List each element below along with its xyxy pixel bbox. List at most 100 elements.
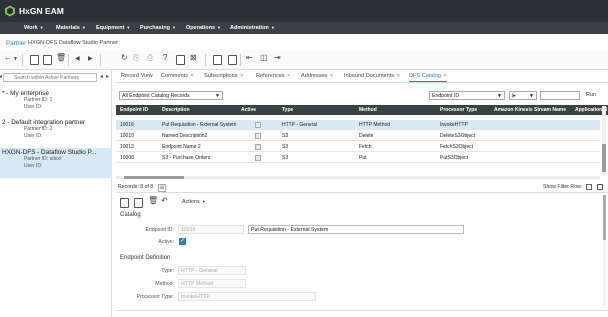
tab-dfs-catalog[interactable]: DFS Catalog ✕ (409, 73, 448, 82)
tab-subscriptions[interactable]: Subscriptions ✕ (204, 73, 244, 79)
tab-label: Subscriptions (204, 73, 238, 79)
partner-name: HXGN-DFS - Dataflow Studio P... (2, 149, 97, 156)
vertical-scrollbar[interactable] (602, 106, 606, 176)
close-icon[interactable]: ✕ (396, 73, 400, 79)
tab-label: Comments (161, 73, 189, 79)
maximize-icon[interactable] (597, 184, 603, 190)
active-checkbox[interactable]: ✓ (179, 238, 186, 245)
tab-comments[interactable]: Comments ✕ (161, 73, 194, 79)
tab-label: Record View (121, 73, 153, 79)
first-page-icon[interactable]: ⇤ (246, 53, 253, 62)
column-header[interactable]: Active (241, 107, 256, 113)
show-filter-row-checkbox[interactable] (586, 184, 592, 190)
next-record-icon[interactable]: ▶ (88, 55, 93, 62)
scrollbar-thumb[interactable] (124, 176, 184, 179)
description-field[interactable]: Put Requisition - External System (248, 225, 464, 234)
previous-arrow-icon[interactable]: ◂ (100, 73, 103, 80)
copy-icon[interactable]: ⎘ (133, 53, 139, 63)
cell-type: S3 (282, 133, 289, 139)
actions-menu[interactable]: Actions ▼ (182, 199, 206, 205)
column-header[interactable]: Endpoint ID (120, 107, 148, 113)
scrollbar-thumb[interactable] (602, 144, 606, 172)
dataspy-value: All Endpoint Catalog Records (122, 93, 190, 99)
column-header[interactable]: Processor Type (440, 107, 477, 113)
grid-view-icon[interactable] (228, 55, 237, 65)
column-header[interactable]: Method (359, 107, 377, 113)
export-grid-icon[interactable]: ⊞ (158, 184, 167, 192)
menu-materials[interactable]: Materials ▼ (56, 25, 86, 31)
close-icon[interactable]: ✕ (443, 73, 447, 79)
cell-endpoint-id: 10010 (120, 133, 134, 139)
dataspy-select[interactable]: All Endpoint Catalog Records ▼ (119, 91, 223, 100)
previous-record-icon[interactable]: ◀ (75, 55, 80, 62)
layout-icon[interactable] (213, 55, 222, 65)
type-label: Type: (161, 268, 174, 274)
filter-operator-select[interactable]: |▸ ▼ (509, 91, 537, 100)
method-field[interactable]: HTTP Method (178, 279, 246, 288)
delete-icon[interactable]: 🗑 (148, 196, 158, 205)
cell-type: S3 (282, 144, 289, 150)
filter-value-input[interactable] (540, 91, 580, 100)
horizontal-scrollbar[interactable] (116, 176, 600, 179)
last-page-icon[interactable]: ⇥ (274, 53, 281, 62)
refresh-icon[interactable]: ↻ (121, 53, 128, 62)
table-row[interactable]: 10016 Put Requisition - External System … (116, 120, 600, 130)
toggle-view-icon[interactable]: ⊠ (190, 53, 197, 62)
delete-icon[interactable]: 🗑 (56, 53, 66, 62)
tab-label: References (256, 73, 285, 79)
filter-operator-value: |▸ (512, 93, 516, 99)
undo-icon[interactable]: ↶ (161, 196, 168, 205)
split-view-icon[interactable]: ◫ (260, 53, 268, 62)
close-icon[interactable]: ✕ (190, 73, 194, 79)
next-arrow-icon[interactable]: ▸ (106, 73, 109, 80)
divider (68, 54, 69, 66)
back-arrow-icon[interactable]: ← (4, 53, 12, 62)
new-record-icon[interactable] (43, 55, 52, 65)
table-row[interactable]: 10008 S3 - Purchase Orders S3 Put PutS3O… (116, 153, 600, 163)
column-header[interactable]: Description (162, 107, 190, 113)
menu-equipment[interactable]: Equipment ▼ (96, 25, 130, 31)
tab-record-view[interactable]: Record View (121, 73, 153, 79)
detail-scrollbar[interactable] (603, 195, 606, 305)
close-icon[interactable]: ✕ (287, 73, 291, 79)
tab-references[interactable]: References ✕ (256, 73, 291, 79)
table-row[interactable]: 10013 Endpoint Name 2 S3 Fetch FetchS3Ob… (116, 142, 600, 152)
tab-label: Addresses (301, 73, 328, 79)
processor-type-field[interactable]: InvokeHTTP (178, 292, 316, 301)
list-item[interactable]: 2 - Default integration partner Partner … (0, 119, 112, 141)
run-button[interactable]: Run (586, 92, 596, 98)
close-icon[interactable]: ✕ (240, 73, 244, 79)
menu-administration[interactable]: Administration ▼ (230, 25, 275, 31)
list-item[interactable]: * - My enterprise Partner ID: 1 User ID: (0, 90, 112, 112)
chevron-down-icon[interactable]: ▼ (13, 56, 18, 62)
endpoint-id-field[interactable]: 10016 (178, 225, 244, 234)
chevron-down-icon: ▼ (39, 25, 44, 30)
tab-inbound-documents[interactable]: Inbound Documents ✕ (344, 73, 400, 79)
tab-addresses[interactable]: Addresses ✕ (301, 73, 334, 79)
scrollbar-thumb[interactable] (603, 195, 606, 240)
table-row[interactable]: 10010 Named Description2 S3 Delete Delet… (116, 131, 600, 141)
column-header[interactable]: Amazon Kinesis Stream Name (494, 107, 566, 113)
bookmark-icon[interactable] (176, 55, 185, 65)
new-record-icon[interactable] (134, 198, 143, 208)
chevron-down-icon: ▼ (270, 25, 275, 30)
save-icon[interactable] (30, 55, 39, 65)
chevron-down-icon: ▼ (81, 25, 86, 30)
collapse-arrow-icon[interactable]: ◂ (0, 73, 2, 80)
type-field[interactable]: HTTP - General (178, 266, 246, 275)
save-icon[interactable] (120, 198, 129, 208)
menu-operations[interactable]: Operations ▼ (186, 25, 221, 31)
partner-user: User ID: (24, 162, 43, 169)
search-input[interactable] (3, 73, 97, 82)
filter-field-select[interactable]: Endpoint ID ▼ (429, 91, 505, 100)
list-item-selected[interactable]: HXGN-DFS - Dataflow Studio P... Partner … (0, 148, 112, 178)
close-icon[interactable]: ✕ (329, 73, 333, 79)
hexagon-logo-icon (5, 5, 15, 17)
column-header[interactable]: Type (282, 107, 293, 113)
menu-work[interactable]: Work ▼ (24, 25, 44, 31)
print-icon[interactable]: ⎙ (147, 53, 153, 63)
menu-purchasing[interactable]: Purchasing ▼ (140, 25, 176, 31)
divider (116, 310, 608, 311)
cell-endpoint-id: 10008 (120, 155, 134, 161)
help-icon[interactable]: ? (163, 53, 167, 62)
